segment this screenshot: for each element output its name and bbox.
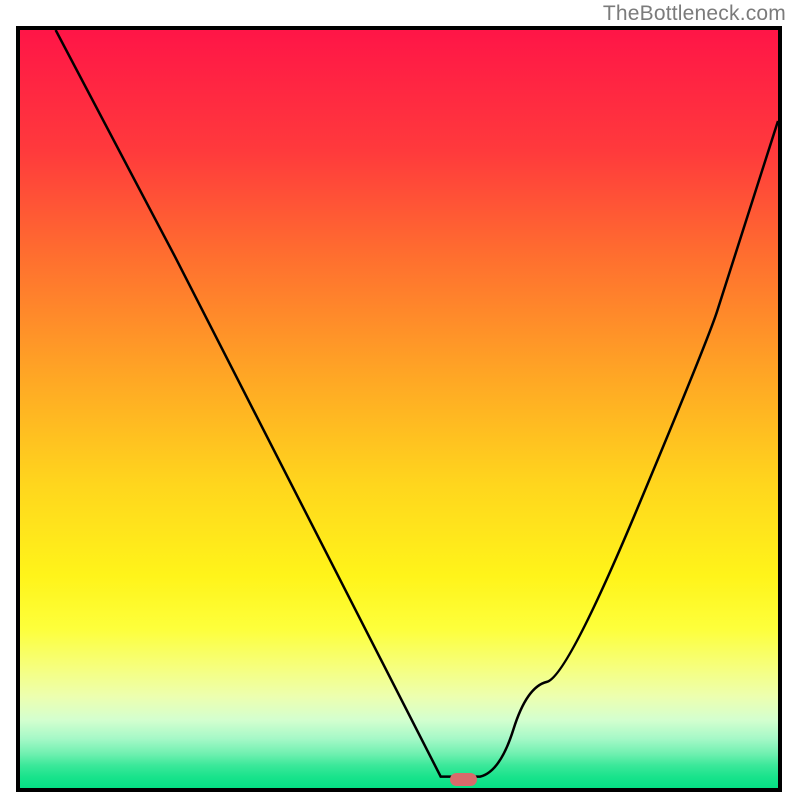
watermark-text: TheBottleneck.com [603,2,786,26]
min-marker [450,773,477,786]
bottleneck-curve [20,30,778,788]
chart-frame [16,26,782,792]
